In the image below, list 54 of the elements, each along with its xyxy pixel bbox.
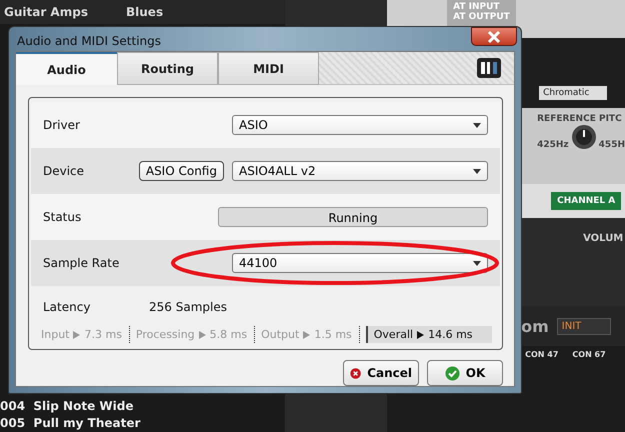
window-title: Audio and MIDI Settings (17, 34, 162, 48)
close-icon (350, 366, 362, 380)
check-icon (444, 366, 460, 380)
triangle-icon (303, 330, 310, 338)
setting-label: Sample Rate (43, 256, 120, 270)
dropdown[interactable]: 44100 (232, 253, 488, 273)
triangle-icon (417, 330, 424, 338)
logo-icon (476, 57, 502, 79)
preset-item[interactable]: 005 Pull my Theater (0, 415, 286, 432)
browser-header-text: Blues (125, 5, 164, 19)
channel-button[interactable]: CHANNEL A (551, 192, 622, 210)
latency-part-label: Input (41, 328, 70, 341)
setting-label: Driver (43, 118, 81, 132)
latency-part-value: 5.8 ms (210, 328, 248, 341)
meter-label: AT OUTPUT (453, 12, 510, 22)
setting-label: Device (43, 164, 86, 178)
latency-part-value: 1.5 ms (314, 328, 352, 341)
close-icon (487, 30, 501, 42)
cancel-button[interactable]: Cancel (343, 360, 419, 386)
caret-icon (473, 122, 481, 128)
control-label: CON 67 (572, 350, 606, 361)
latency-part-value: 14.6 ms (428, 328, 473, 341)
caret-icon (473, 168, 481, 174)
latency-part-label: Overall (374, 328, 414, 341)
caret-icon (473, 260, 481, 266)
latency-part-value: 7.3 ms (84, 328, 122, 341)
pitch-low-label: 425Hz (537, 140, 569, 150)
volume-label: VOLUM (583, 233, 624, 244)
latency-part-label: Output (261, 328, 300, 341)
preset-suffix-text: om (521, 316, 549, 336)
latency-value: 256 Samples (149, 300, 227, 314)
meter-label: AT INPUT (453, 2, 501, 12)
preset-item[interactable]: 004 Slip Note Wide (0, 398, 286, 415)
scale-dropdown[interactable]: Chromatic (539, 86, 608, 100)
control-label: CON 47 (525, 350, 558, 361)
pitch-high-label: 455H (598, 140, 625, 150)
latency-part-label: Processing (136, 328, 195, 341)
config-button[interactable]: ASIO Config (138, 161, 224, 181)
setting-label: Status (43, 210, 82, 224)
tab[interactable]: Routing (117, 52, 218, 85)
triangle-icon (198, 330, 206, 338)
knob-icon[interactable] (570, 124, 597, 150)
status-field: Running (218, 207, 488, 227)
triangle-icon (73, 330, 80, 338)
dropdown[interactable]: ASIO (232, 115, 488, 135)
preset-field[interactable]: INIT (556, 318, 611, 334)
browser-header-text: Guitar Amps (3, 5, 89, 19)
pitch-title: REFERENCE PITC (537, 114, 623, 124)
tab[interactable]: Audio (16, 52, 117, 85)
tab[interactable]: MIDI (218, 52, 319, 85)
latency-label: Latency (43, 300, 92, 314)
ok-button[interactable]: OK (427, 360, 503, 386)
dropdown[interactable]: ASIO4ALL v2 (232, 161, 488, 181)
close-button[interactable] (471, 27, 517, 46)
